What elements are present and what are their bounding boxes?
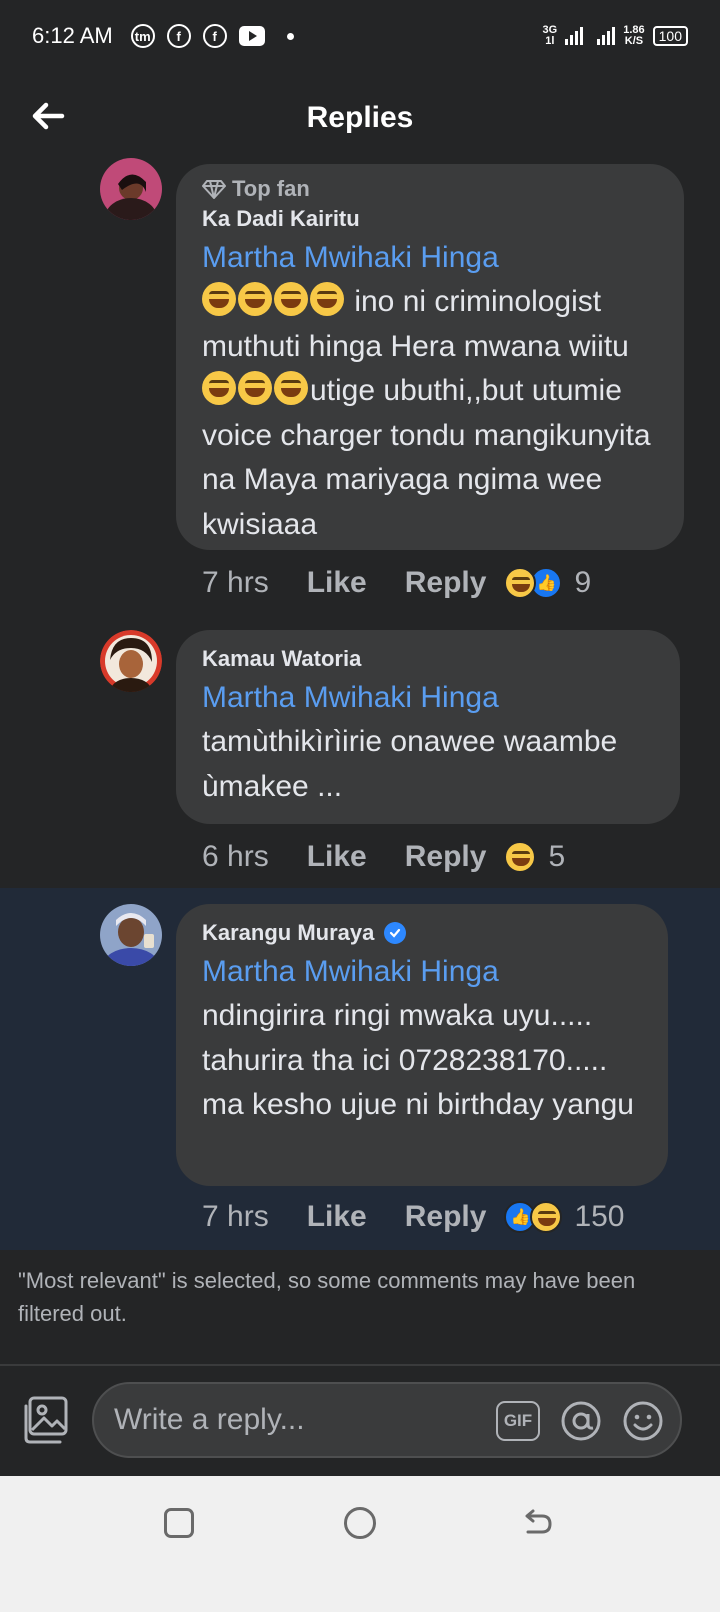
comment-text: ino ni criminologist muthuti hinga Hera … [202, 280, 658, 547]
diamond-icon [202, 180, 226, 199]
network-speed-unit: K/S [624, 35, 644, 47]
comment-item-highlighted: Karangu Muraya Martha Mwihaki Hinga ndin… [0, 904, 720, 1250]
signal-icon [565, 27, 584, 45]
avatar[interactable] [100, 904, 162, 966]
system-back-icon[interactable] [520, 1506, 554, 1540]
reply-composer: GIF [0, 1366, 720, 1476]
page-title: Replies [306, 101, 414, 134]
reactions[interactable]: 👍 [504, 1201, 563, 1233]
top-fan-label: Top fan [232, 176, 310, 201]
avatar-image [100, 630, 162, 692]
back-arrow-icon[interactable] [28, 96, 68, 136]
rolling-laughing-emoji [274, 371, 308, 405]
comment-text: tamùthikìrìirie onawee waambe ùmakee ... [202, 725, 618, 803]
comment-bubble[interactable]: Top fan Ka Dadi Kairitu Martha Mwihaki H… [176, 164, 684, 550]
like-button[interactable]: Like [307, 1200, 367, 1234]
home-icon[interactable] [344, 1507, 376, 1539]
avatar-image [100, 158, 162, 220]
joy-emoji [310, 282, 344, 316]
reactions[interactable]: 👍 [504, 567, 563, 599]
comment-time[interactable]: 7 hrs [202, 566, 269, 600]
filter-notice: "Most relevant" is selected, so some com… [18, 1268, 636, 1326]
reply-button[interactable]: Reply [405, 1200, 487, 1234]
comment-bubble[interactable]: Kamau Watoria Martha Mwihaki Hinga tamùt… [176, 630, 680, 824]
youtube-icon [238, 26, 265, 46]
mention-link[interactable]: Martha Mwihaki Hinga [202, 236, 658, 280]
comment-author[interactable]: Kamau Watoria [202, 646, 654, 672]
comment-time[interactable]: 6 hrs [202, 840, 269, 874]
comment-bubble[interactable]: Karangu Muraya Martha Mwihaki Hinga ndin… [176, 904, 668, 1186]
haha-reaction-icon [530, 1201, 563, 1233]
reaction-count[interactable]: 150 [574, 1200, 624, 1234]
reply-button[interactable]: Reply [405, 566, 487, 600]
comment-time[interactable]: 7 hrs [202, 1200, 269, 1234]
comment-item: Top fan Ka Dadi Kairitu Martha Mwihaki H… [0, 150, 720, 610]
status-time: 6:12 AM [32, 23, 113, 48]
like-button[interactable]: Like [307, 840, 367, 874]
battery-icon: 100 [652, 26, 688, 46]
network-activity-label: 1l [545, 35, 555, 47]
comment-actions: 7 hrs Like Reply 👍 150 [202, 1200, 625, 1234]
at-icon[interactable] [560, 1400, 602, 1442]
comment-actions: 6 hrs Like Reply 5 [202, 840, 565, 874]
author-name[interactable]: Ka Dadi Kairitu [202, 206, 360, 232]
signal-icon [597, 27, 616, 45]
haha-reaction-icon [504, 567, 537, 599]
like-button[interactable]: Like [307, 566, 367, 600]
comment-author[interactable]: Ka Dadi Kairitu [202, 206, 658, 232]
gif-icon[interactable]: GIF [496, 1401, 540, 1441]
comment-item: Kamau Watoria Martha Mwihaki Hinga tamùt… [0, 630, 720, 890]
avatar[interactable] [100, 630, 162, 692]
comment-text: ndingirira ringi mwaka uyu..... tahurira… [202, 999, 634, 1121]
recent-apps-icon[interactable] [164, 1508, 194, 1538]
sweat-smile-emoji [238, 282, 272, 316]
emoji-icon[interactable] [622, 1400, 664, 1442]
author-name[interactable]: Kamau Watoria [202, 646, 361, 672]
tm-app-icon: tm [130, 24, 155, 48]
verified-icon [384, 922, 407, 944]
reaction-count[interactable]: 9 [574, 566, 591, 600]
reply-button[interactable]: Reply [405, 840, 487, 874]
comment-author[interactable]: Karangu Muraya [202, 920, 642, 946]
avatar[interactable] [100, 158, 162, 220]
rolling-laughing-emoji [238, 371, 272, 405]
comment-text-part2: utige ubuthi,,but utumie voice charger t… [202, 374, 651, 541]
status-bar: 6:12 AM tm f f 3G 1l 1.86 K/S 100 [0, 0, 720, 72]
rolling-laughing-emoji [274, 282, 308, 316]
reaction-count[interactable]: 5 [548, 840, 565, 874]
mention-link[interactable]: Martha Mwihaki Hinga [202, 676, 654, 720]
mention-link[interactable]: Martha Mwihaki Hinga [202, 950, 642, 994]
reply-input[interactable] [114, 1384, 484, 1456]
more-notifications-dot-icon [286, 32, 294, 40]
reply-box[interactable]: GIF [92, 1382, 682, 1458]
reactions[interactable] [504, 841, 537, 873]
network-type: 3G 1l [543, 25, 558, 47]
rolling-laughing-emoji [202, 282, 236, 316]
top-fan-badge: Top fan [202, 176, 658, 202]
haha-reaction-icon [504, 841, 537, 873]
avatar-image [100, 904, 162, 966]
facebook-icon: f [166, 24, 191, 48]
facebook-icon: f [202, 24, 227, 48]
author-name[interactable]: Karangu Muraya [202, 920, 374, 946]
comment-actions: 7 hrs Like Reply 👍 9 [202, 566, 591, 600]
photo-icon[interactable] [20, 1394, 72, 1446]
rolling-laughing-emoji [202, 371, 236, 405]
system-nav-bar [0, 1476, 720, 1612]
network-speed: 1.86 K/S [623, 25, 644, 47]
